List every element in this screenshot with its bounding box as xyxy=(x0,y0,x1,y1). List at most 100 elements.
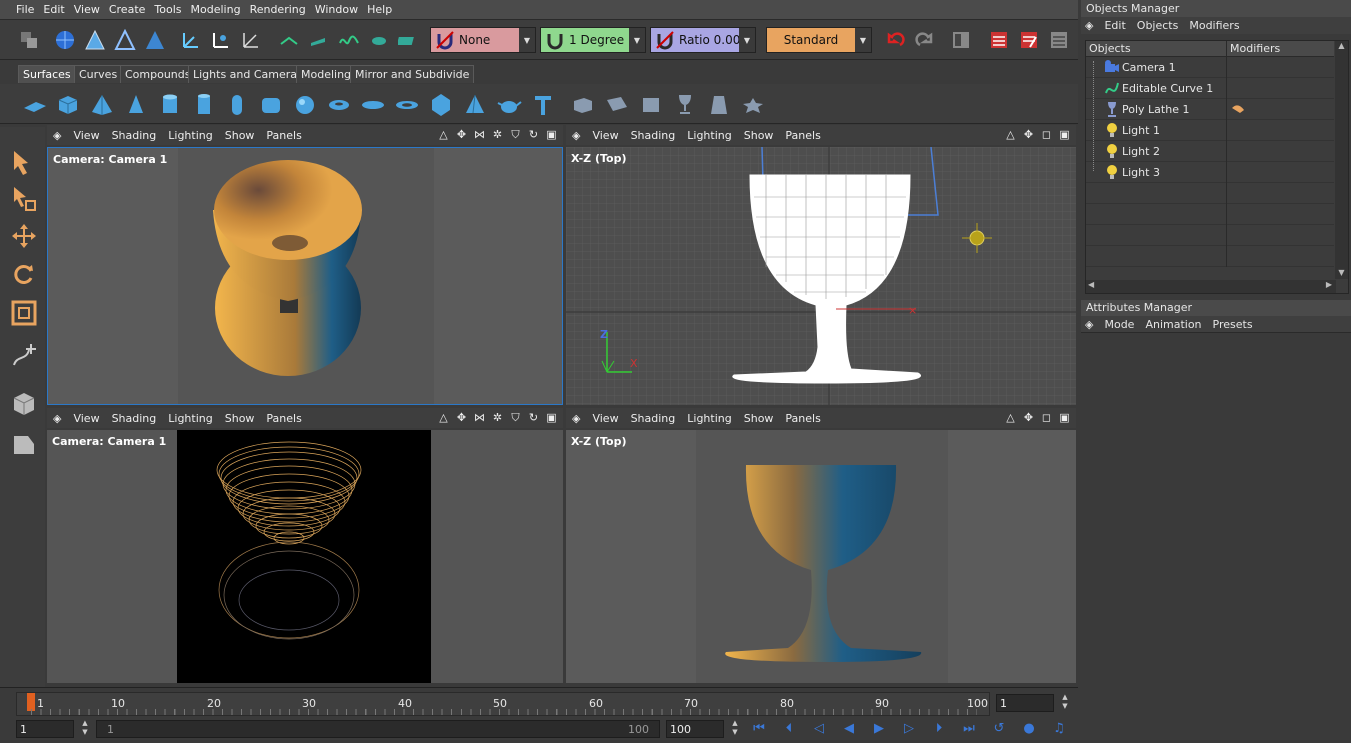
chevron-down-icon[interactable]: ▼ xyxy=(629,28,645,52)
select-polygons-icon[interactable] xyxy=(142,26,168,54)
pyramid-icon[interactable] xyxy=(87,90,117,120)
am-menu-presets[interactable]: Presets xyxy=(1213,318,1253,331)
platonic-icon[interactable] xyxy=(426,90,456,120)
wave-tool-icon[interactable] xyxy=(336,26,362,54)
am-menu-animation[interactable]: Animation xyxy=(1145,318,1201,331)
deform-sheet-icon[interactable] xyxy=(602,90,632,120)
snap-mode-select[interactable]: None ▼ xyxy=(430,27,536,53)
camera-icon[interactable]: ⛉ xyxy=(508,127,523,142)
end-frame-stepper[interactable]: ▲ ▼ xyxy=(727,719,743,739)
object-row-camera-1[interactable]: Camera 1 xyxy=(1086,57,1334,78)
render-view-icon[interactable] xyxy=(986,26,1012,54)
disc-icon[interactable] xyxy=(358,90,388,120)
object-row-light-1[interactable]: Light 1 xyxy=(1086,120,1334,141)
range-slider[interactable]: 1 100 xyxy=(96,720,660,738)
vp-menu-panels[interactable]: Panels xyxy=(785,412,820,425)
scroll-up-icon[interactable]: ▲ xyxy=(1335,41,1348,50)
tab-curves[interactable]: Curves xyxy=(74,65,123,83)
maximize-icon[interactable]: ▣ xyxy=(1057,127,1072,142)
viewport-top-wireframe[interactable]: × X-Z (Top) Z X xyxy=(566,147,1076,405)
render-settings-icon[interactable] xyxy=(1016,26,1042,54)
torus-icon[interactable] xyxy=(324,90,354,120)
move-view-icon[interactable]: ✥ xyxy=(1021,127,1036,142)
col-objects[interactable]: Objects xyxy=(1089,42,1131,55)
paint-tool-icon[interactable] xyxy=(366,26,392,54)
viewport-top-shaded[interactable]: X-Z (Top) xyxy=(566,430,1076,683)
scroll-left-icon[interactable]: ◀ xyxy=(1088,280,1094,289)
spline-edit-icon[interactable] xyxy=(6,337,42,373)
cone-icon[interactable] xyxy=(121,90,151,120)
chevron-down-icon[interactable]: ▼ xyxy=(855,28,871,52)
menu-file[interactable]: File xyxy=(16,3,34,16)
select-region-icon[interactable] xyxy=(6,181,42,217)
star-icon[interactable] xyxy=(738,90,768,120)
object-row-light-2[interactable]: Light 2 xyxy=(1086,141,1334,162)
move-view-icon[interactable]: ✥ xyxy=(454,410,469,425)
chevron-down-icon[interactable]: ▼ xyxy=(739,28,755,52)
menu-help[interactable]: Help xyxy=(367,3,392,16)
om-options-icon[interactable]: ◈ xyxy=(1085,19,1093,32)
render-preset-select[interactable]: Standard ▼ xyxy=(766,27,872,53)
move-view-icon[interactable]: ✥ xyxy=(454,127,469,142)
spline-tool-icon[interactable] xyxy=(276,26,302,54)
zoom-view-icon[interactable]: ⋈ xyxy=(472,127,487,142)
cube-icon[interactable] xyxy=(53,90,83,120)
goblet-icon[interactable] xyxy=(670,90,700,120)
timeline-ruler[interactable]: 1 10 20 30 40 50 60 70 80 90 100 xyxy=(16,692,990,716)
viewport-camera-shaded[interactable]: Camera: Camera 1 xyxy=(47,147,563,405)
ratio-select[interactable]: Ratio 0.001 ▼ xyxy=(650,27,756,53)
play-forward-icon[interactable]: ▶ xyxy=(868,718,890,738)
viewport-options-icon[interactable]: ◈ xyxy=(572,412,580,425)
zoom-view-icon[interactable]: ⋈ xyxy=(472,410,487,425)
select-tool-icon[interactable] xyxy=(6,145,42,181)
move-tool-icon[interactable] xyxy=(6,219,42,255)
snap-axis-icon[interactable] xyxy=(208,26,234,54)
menu-view[interactable]: View xyxy=(74,3,100,16)
object-mode-icon[interactable] xyxy=(6,385,42,421)
tab-mirror-and-subdivide[interactable]: Mirror and Subdivide xyxy=(350,65,475,83)
viewport-options-icon[interactable]: ◈ xyxy=(53,412,61,425)
record-icon[interactable]: ● xyxy=(1018,718,1040,738)
tab-compounds[interactable]: Compounds xyxy=(120,65,196,83)
vp-menu-panels[interactable]: Panels xyxy=(266,412,301,425)
globe-icon[interactable] xyxy=(52,26,78,54)
chevron-down-icon[interactable]: ▼ xyxy=(519,28,535,52)
loop-icon[interactable]: ↺ xyxy=(988,718,1010,738)
vp-menu-show[interactable]: Show xyxy=(744,129,774,142)
next-key-icon[interactable]: ⏵ xyxy=(928,718,950,738)
tube-icon[interactable] xyxy=(189,90,219,120)
start-frame-field[interactable] xyxy=(16,720,74,738)
vp-menu-shading[interactable]: Shading xyxy=(631,129,676,142)
angle-snap-select[interactable]: 1 Degree ▼ xyxy=(540,27,646,53)
sound-icon[interactable]: ♫ xyxy=(1048,718,1070,738)
teapot-icon[interactable] xyxy=(494,90,524,120)
go-to-start-icon[interactable]: ⏮ xyxy=(748,718,770,738)
previous-frame-icon[interactable]: ◁ xyxy=(808,718,830,738)
triangle-icon[interactable]: △ xyxy=(436,127,451,142)
render-queue-icon[interactable] xyxy=(1046,26,1072,54)
col-modifiers[interactable]: Modifiers xyxy=(1226,41,1280,57)
deform-box-icon[interactable] xyxy=(568,90,598,120)
triangle-icon[interactable]: △ xyxy=(1003,127,1018,142)
vp-menu-lighting[interactable]: Lighting xyxy=(687,129,731,142)
oil-tank-icon[interactable] xyxy=(256,90,286,120)
end-frame-field[interactable] xyxy=(666,720,724,738)
plane-icon[interactable] xyxy=(20,90,50,120)
scroll-down-icon[interactable]: ▼ xyxy=(1335,268,1348,277)
sphere-icon[interactable] xyxy=(290,90,320,120)
frame-icon[interactable]: ◻ xyxy=(1039,410,1054,425)
current-frame-field[interactable] xyxy=(996,694,1054,712)
horizontal-scrollbar[interactable]: ◀ ▶ xyxy=(1086,280,1336,293)
axis-icon[interactable] xyxy=(178,26,204,54)
frame-icon[interactable]: ◻ xyxy=(1039,127,1054,142)
capsule-icon[interactable] xyxy=(222,90,252,120)
play-reverse-icon[interactable]: ◀ xyxy=(838,718,860,738)
texture-mode-icon[interactable] xyxy=(6,427,42,463)
select-edges-icon[interactable] xyxy=(112,26,138,54)
am-menu-mode[interactable]: Mode xyxy=(1104,318,1134,331)
plane-tool-icon[interactable] xyxy=(306,26,332,54)
dolly-icon[interactable]: ✲ xyxy=(490,410,505,425)
taper-icon[interactable] xyxy=(704,90,734,120)
camera-icon[interactable]: ⛉ xyxy=(508,410,523,425)
viewport-options-icon[interactable]: ◈ xyxy=(53,129,61,142)
